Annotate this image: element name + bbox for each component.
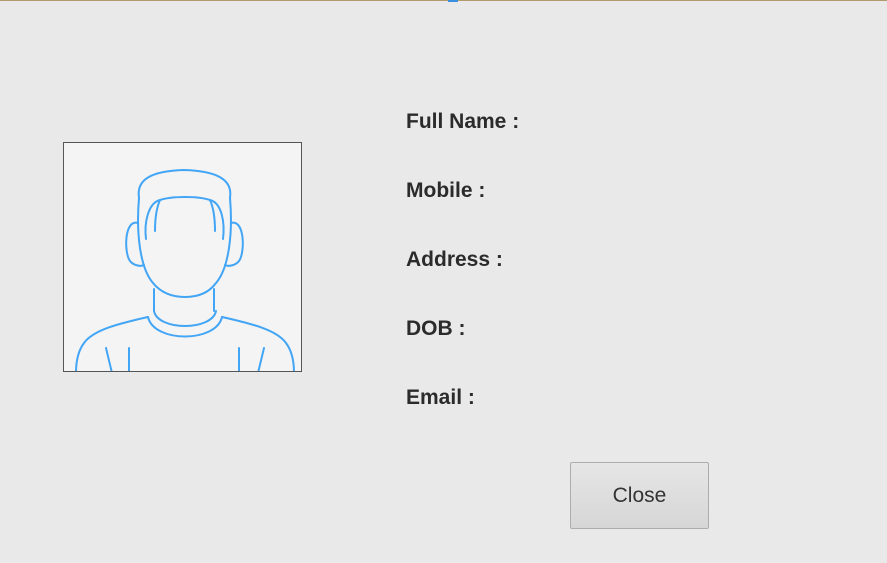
window-top-accent bbox=[448, 0, 458, 2]
user-avatar-icon bbox=[75, 169, 295, 371]
close-button[interactable]: Close bbox=[570, 462, 709, 529]
email-label: Email : bbox=[406, 386, 475, 409]
mobile-label: Mobile : bbox=[406, 179, 486, 202]
address-label: Address : bbox=[406, 248, 503, 271]
window-top-border bbox=[0, 0, 887, 1]
profile-photo bbox=[63, 142, 302, 372]
dob-label: DOB : bbox=[406, 317, 466, 340]
full-name-label: Full Name : bbox=[406, 110, 520, 133]
